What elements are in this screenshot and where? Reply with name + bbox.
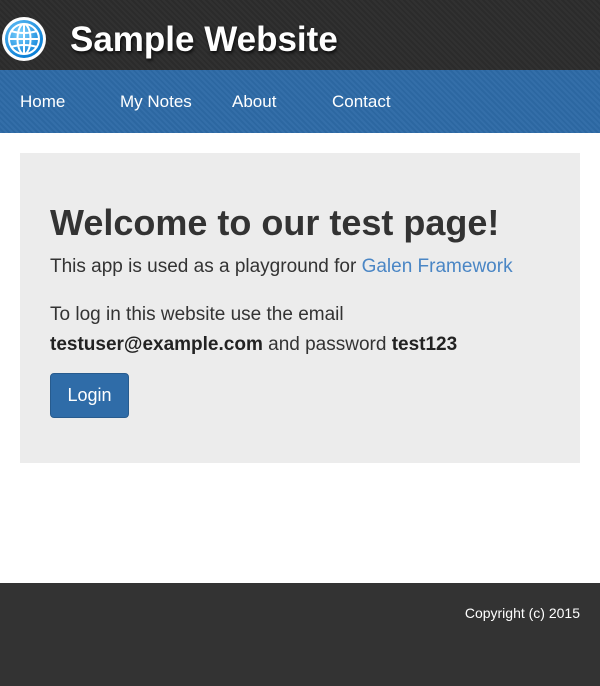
site-title: Sample Website (70, 20, 338, 59)
nav-item-about[interactable]: About (232, 70, 276, 133)
main-nav: Home My Notes About Contact (0, 70, 600, 133)
welcome-panel: Welcome to our test page! This app is us… (20, 153, 580, 463)
page-heading: Welcome to our test page! (50, 202, 500, 243)
site-footer: Copyright (c) 2015 (0, 583, 600, 686)
intro-paragraph: This app is used as a playground for Gal… (50, 254, 513, 280)
intro-text: This app is used as a playground for (50, 256, 362, 277)
login-password: test123 (391, 334, 458, 355)
login-text-2: and password (262, 334, 392, 355)
nav-item-home[interactable]: Home (20, 70, 65, 133)
login-instructions: To log in this website use the email tes… (50, 300, 560, 360)
nav-item-contact[interactable]: Contact (332, 70, 391, 133)
copyright-text: Copyright (c) 2015 (464, 605, 580, 621)
nav-item-my-notes[interactable]: My Notes (120, 70, 192, 133)
login-text-1: To log in this website use the email (50, 304, 344, 325)
login-email: testuser@example.com (50, 334, 263, 355)
globe-icon[interactable] (0, 15, 48, 63)
galen-framework-link[interactable]: Galen Framework (362, 256, 513, 277)
site-header: Sample Website (0, 0, 600, 70)
login-button[interactable]: Login (50, 373, 129, 418)
